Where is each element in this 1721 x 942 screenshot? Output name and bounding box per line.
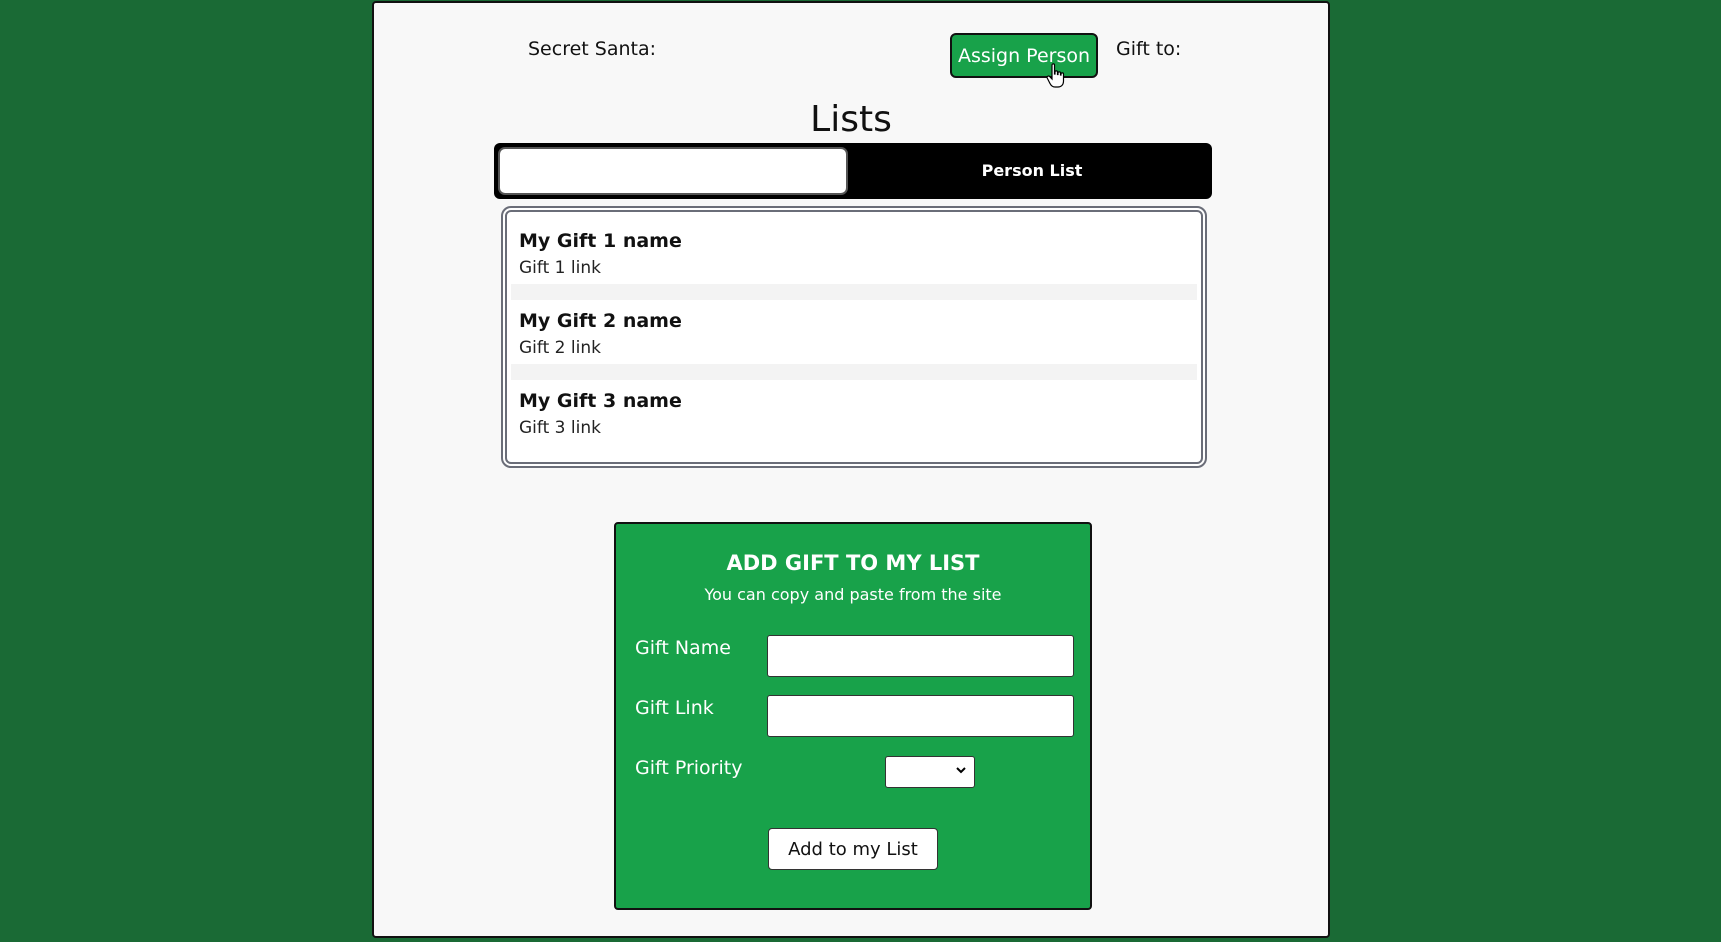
form-title: ADD GIFT TO MY LIST: [726, 551, 980, 575]
list-search-input[interactable]: [498, 147, 848, 195]
gift-link: Gift 3 link: [519, 418, 601, 438]
gift-link-label: Gift Link: [635, 697, 714, 719]
assign-person-button[interactable]: Assign Person: [950, 33, 1098, 78]
list-separator: [511, 364, 1197, 380]
list-item[interactable]: My Gift 1 name Gift 1 link: [511, 220, 1197, 284]
gift-to-label: Gift to:: [1116, 38, 1182, 60]
gift-priority-select[interactable]: [885, 756, 975, 788]
gift-name: My Gift 1 name: [519, 230, 682, 252]
list-separator: [511, 284, 1197, 300]
list-item[interactable]: My Gift 2 name Gift 2 link: [511, 300, 1197, 364]
list-item[interactable]: My Gift 3 name Gift 3 link: [511, 380, 1197, 444]
add-to-list-button[interactable]: Add to my List: [768, 828, 938, 870]
add-gift-form: ADD GIFT TO MY LIST You can copy and pas…: [614, 522, 1092, 910]
gift-priority-label: Gift Priority: [635, 757, 743, 779]
list-tabs: Person List: [494, 143, 1212, 199]
gift-link-input[interactable]: [767, 695, 1074, 737]
chevron-down-icon: [956, 767, 966, 774]
gift-name-input[interactable]: [767, 635, 1074, 677]
tab-person-list[interactable]: Person List: [852, 143, 1212, 199]
secret-santa-label: Secret Santa:: [528, 38, 657, 60]
gift-name-label: Gift Name: [635, 637, 731, 659]
gift-name: My Gift 3 name: [519, 390, 682, 412]
main-panel: Secret Santa: Assign Person Gift to: Lis…: [372, 1, 1330, 938]
gift-link: Gift 1 link: [519, 258, 601, 278]
gift-list: My Gift 1 name Gift 1 link My Gift 2 nam…: [501, 206, 1207, 468]
lists-title: Lists: [810, 99, 892, 140]
gift-name: My Gift 2 name: [519, 310, 682, 332]
form-subtitle: You can copy and paste from the site: [704, 585, 1002, 604]
gift-link: Gift 2 link: [519, 338, 601, 358]
hand-cursor-icon: [1046, 63, 1065, 88]
